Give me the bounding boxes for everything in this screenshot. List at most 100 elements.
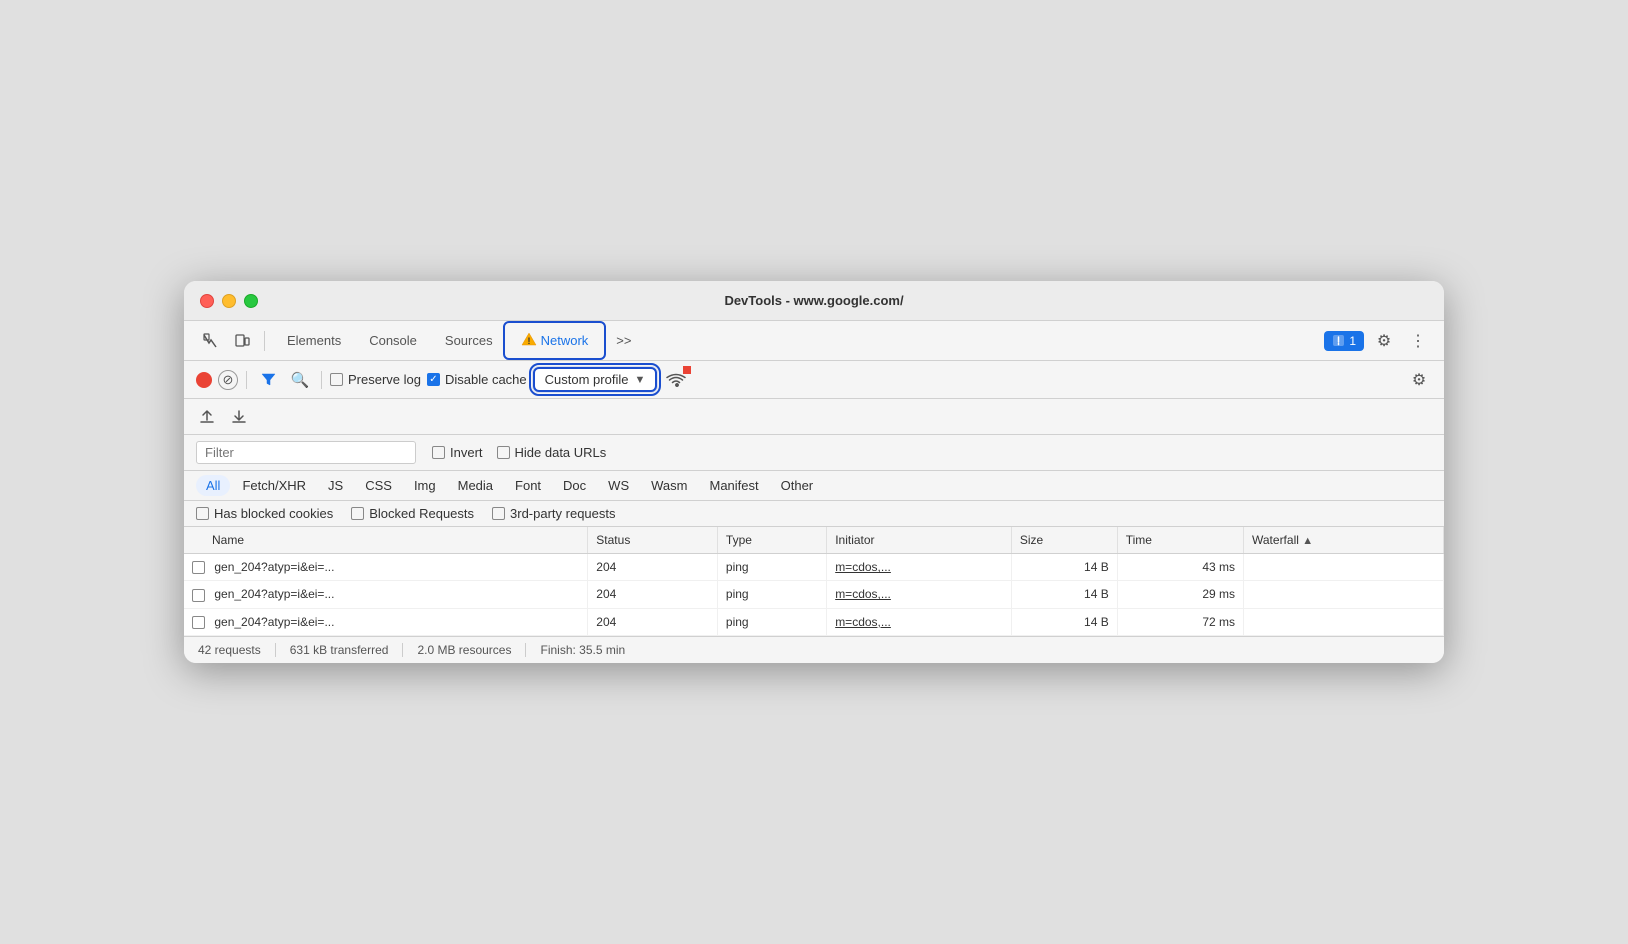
col-waterfall[interactable]: Waterfall ▲ bbox=[1244, 527, 1444, 554]
device-icon[interactable] bbox=[228, 327, 256, 355]
maximize-button[interactable] bbox=[244, 294, 258, 308]
col-size[interactable]: Size bbox=[1011, 527, 1117, 554]
tab-more[interactable]: >> bbox=[602, 327, 645, 354]
tab-elements[interactable]: Elements bbox=[273, 327, 355, 354]
type-btn-other[interactable]: Other bbox=[771, 475, 824, 496]
row-checkbox-2[interactable] bbox=[192, 589, 205, 602]
blocked-requests-checkbox[interactable] bbox=[351, 507, 364, 520]
waterfall-sort-icon: ▲ bbox=[1302, 535, 1313, 547]
third-party-checkbox[interactable] bbox=[492, 507, 505, 520]
col-status[interactable]: Status bbox=[588, 527, 718, 554]
inspector-icon[interactable] bbox=[196, 327, 224, 355]
filter-icon[interactable] bbox=[255, 367, 281, 393]
invert-option[interactable]: Invert bbox=[432, 445, 483, 460]
row-name-2: gen_204?atyp=i&ei=... bbox=[214, 587, 334, 601]
close-button[interactable] bbox=[200, 294, 214, 308]
third-party-label: 3rd-party requests bbox=[510, 506, 616, 521]
minimize-button[interactable] bbox=[222, 294, 236, 308]
row-type-1: ping bbox=[717, 554, 826, 581]
blocked-requests-option[interactable]: Blocked Requests bbox=[351, 506, 474, 521]
resources-size: 2.0 MB resources bbox=[417, 643, 511, 657]
upload-icon[interactable] bbox=[196, 406, 218, 428]
transferred-size: 631 kB transferred bbox=[290, 643, 389, 657]
window-title: DevTools - www.google.com/ bbox=[724, 293, 903, 308]
type-btn-img[interactable]: Img bbox=[404, 475, 446, 496]
status-bar: 42 requests 631 kB transferred 2.0 MB re… bbox=[184, 636, 1444, 663]
download-icon[interactable] bbox=[228, 406, 250, 428]
arrow-toolbar bbox=[184, 399, 1444, 435]
preserve-log-option[interactable]: Preserve log bbox=[330, 372, 421, 387]
checkbox-filter-bar: Has blocked cookies Blocked Requests 3rd… bbox=[184, 501, 1444, 527]
custom-profile-label: Custom profile bbox=[545, 372, 629, 387]
row-waterfall-1 bbox=[1244, 554, 1444, 581]
row-type-2: ping bbox=[717, 581, 826, 608]
toolbar-right: 1 ⚙ ⋮ bbox=[1324, 327, 1432, 355]
network-toolbar: ⊘ 🔍 Preserve log ✓ Disable cache Custom … bbox=[184, 361, 1444, 399]
wifi-icon[interactable] bbox=[663, 367, 689, 393]
nt-divider-1 bbox=[246, 371, 247, 389]
table-wrapper: Name Status Type Initiator Size Time Wat… bbox=[184, 527, 1444, 636]
status-divider-3 bbox=[525, 643, 526, 657]
filter-input[interactable] bbox=[196, 441, 416, 464]
blocked-cookies-option[interactable]: Has blocked cookies bbox=[196, 506, 333, 521]
tab-console[interactable]: Console bbox=[355, 327, 431, 354]
hide-data-urls-checkbox[interactable] bbox=[497, 446, 510, 459]
hide-data-urls-option[interactable]: Hide data URLs bbox=[497, 445, 607, 460]
record-button[interactable] bbox=[196, 372, 212, 388]
issues-count: 1 bbox=[1349, 334, 1356, 348]
settings-icon[interactable]: ⚙ bbox=[1370, 327, 1398, 355]
type-btn-all[interactable]: All bbox=[196, 475, 230, 496]
hide-data-urls-label: Hide data URLs bbox=[515, 445, 607, 460]
row-checkbox-1[interactable] bbox=[192, 561, 205, 574]
disable-cache-label: Disable cache bbox=[445, 372, 527, 387]
disable-cache-option[interactable]: ✓ Disable cache bbox=[427, 372, 527, 387]
type-btn-font[interactable]: Font bbox=[505, 475, 551, 496]
finish-time: Finish: 35.5 min bbox=[540, 643, 625, 657]
disable-cache-checkbox[interactable]: ✓ bbox=[427, 373, 440, 386]
row-initiator-1[interactable]: m=cdos,... bbox=[827, 554, 1012, 581]
row-time-1: 43 ms bbox=[1117, 554, 1243, 581]
col-time[interactable]: Time bbox=[1117, 527, 1243, 554]
col-initiator[interactable]: Initiator bbox=[827, 527, 1012, 554]
col-name[interactable]: Name bbox=[184, 527, 588, 554]
nt-divider-2 bbox=[321, 371, 322, 389]
row-size-1: 14 B bbox=[1011, 554, 1117, 581]
row-checkbox-3[interactable] bbox=[192, 616, 205, 629]
row-waterfall-3 bbox=[1244, 608, 1444, 635]
type-btn-doc[interactable]: Doc bbox=[553, 475, 596, 496]
blocked-requests-label: Blocked Requests bbox=[369, 506, 474, 521]
dropdown-arrow-icon: ▼ bbox=[634, 374, 645, 386]
filter-bar: Invert Hide data URLs bbox=[184, 435, 1444, 471]
type-btn-manifest[interactable]: Manifest bbox=[699, 475, 768, 496]
col-type[interactable]: Type bbox=[717, 527, 826, 554]
row-type-3: ping bbox=[717, 608, 826, 635]
type-btn-js[interactable]: JS bbox=[318, 475, 353, 496]
type-btn-wasm[interactable]: Wasm bbox=[641, 475, 697, 496]
requests-count: 42 requests bbox=[198, 643, 261, 657]
search-icon[interactable]: 🔍 bbox=[287, 367, 313, 393]
row-initiator-2[interactable]: m=cdos,... bbox=[827, 581, 1012, 608]
row-initiator-3[interactable]: m=cdos,... bbox=[827, 608, 1012, 635]
type-btn-fetch-xhr[interactable]: Fetch/XHR bbox=[232, 475, 316, 496]
clear-button[interactable]: ⊘ bbox=[218, 370, 238, 390]
issues-badge[interactable]: 1 bbox=[1324, 331, 1364, 351]
custom-profile-button[interactable]: Custom profile ▼ bbox=[533, 367, 658, 392]
tab-sources[interactable]: Sources bbox=[431, 327, 507, 354]
third-party-option[interactable]: 3rd-party requests bbox=[492, 506, 616, 521]
table-row[interactable]: gen_204?atyp=i&ei=... 204 ping m=cdos,..… bbox=[184, 581, 1444, 608]
preserve-log-checkbox[interactable] bbox=[330, 373, 343, 386]
network-table: Name Status Type Initiator Size Time Wat… bbox=[184, 527, 1444, 636]
type-btn-ws[interactable]: WS bbox=[598, 475, 639, 496]
table-row[interactable]: gen_204?atyp=i&ei=... 204 ping m=cdos,..… bbox=[184, 554, 1444, 581]
blocked-cookies-label: Has blocked cookies bbox=[214, 506, 333, 521]
blocked-cookies-checkbox[interactable] bbox=[196, 507, 209, 520]
invert-checkbox[interactable] bbox=[432, 446, 445, 459]
network-settings-icon[interactable]: ⚙ bbox=[1406, 367, 1432, 393]
type-btn-media[interactable]: Media bbox=[448, 475, 503, 496]
more-options-icon[interactable]: ⋮ bbox=[1404, 327, 1432, 355]
type-btn-css[interactable]: CSS bbox=[355, 475, 402, 496]
traffic-lights bbox=[200, 294, 258, 308]
table-row[interactable]: gen_204?atyp=i&ei=... 204 ping m=cdos,..… bbox=[184, 608, 1444, 635]
table-header-row: Name Status Type Initiator Size Time Wat… bbox=[184, 527, 1444, 554]
tab-warning-border bbox=[503, 321, 607, 360]
